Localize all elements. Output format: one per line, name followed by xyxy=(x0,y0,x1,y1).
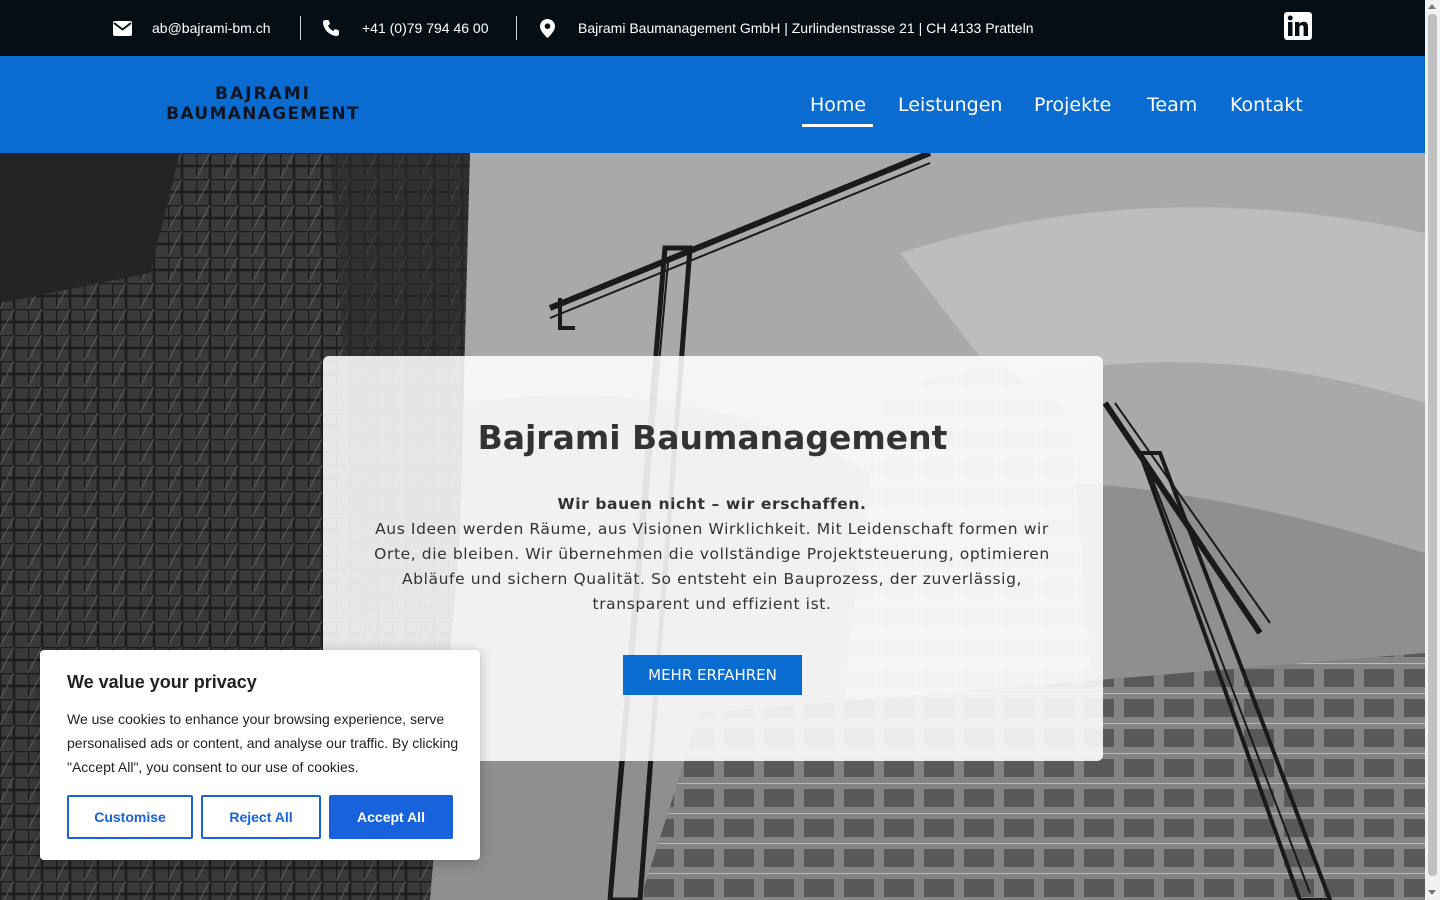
phone-contact[interactable]: +41 (0)79 794 46 00 xyxy=(321,0,489,56)
email-link[interactable]: ab@bajrami-bm.ch xyxy=(152,20,270,36)
divider xyxy=(300,16,301,40)
hero-tagline: Wir bauen nicht – wir erschaffen. xyxy=(557,495,867,513)
nav-home[interactable]: Home xyxy=(810,56,866,153)
scroll-down-arrow-icon[interactable] xyxy=(1428,890,1436,895)
hero-body: Aus Ideen werden Räume, aus Visionen Wir… xyxy=(374,520,1050,613)
customise-button[interactable]: Customise xyxy=(67,795,193,839)
accept-all-button[interactable]: Accept All xyxy=(329,795,453,839)
scroll-thumb[interactable] xyxy=(1428,14,1437,876)
envelope-icon xyxy=(112,18,132,38)
site-logo[interactable]: BAJRAMI BAUMANAGEMENT xyxy=(122,85,404,125)
main-navbar: BAJRAMI BAUMANAGEMENT Home Leistungen Pr… xyxy=(0,56,1425,153)
linkedin-icon[interactable] xyxy=(1284,12,1312,40)
address-contact[interactable]: Bajrami Baumanagement GmbH | Zurlindenst… xyxy=(537,0,1034,56)
address-text[interactable]: Bajrami Baumanagement GmbH | Zurlindenst… xyxy=(578,20,1034,36)
phone-icon xyxy=(321,18,341,38)
page-scrollbar[interactable] xyxy=(1425,0,1440,900)
logo-line-1: BAJRAMI xyxy=(215,84,311,104)
nav-leistungen[interactable]: Leistungen xyxy=(898,56,1002,153)
map-pin-icon xyxy=(537,18,557,38)
top-info-bar: ab@bajrami-bm.ch +41 (0)79 794 46 00 Baj… xyxy=(0,0,1425,56)
nav-projekte[interactable]: Projekte xyxy=(1034,56,1111,153)
active-nav-indicator xyxy=(802,124,873,127)
cookie-title: We value your privacy xyxy=(67,672,257,692)
logo-line-2: BAUMANAGEMENT xyxy=(166,104,360,124)
mehr-erfahren-button[interactable]: MEHR ERFAHREN xyxy=(623,655,802,695)
cookie-text: We use cookies to enhance your browsing … xyxy=(67,711,459,775)
phone-link[interactable]: +41 (0)79 794 46 00 xyxy=(362,20,489,36)
nav-kontakt[interactable]: Kontakt xyxy=(1230,56,1303,153)
cookie-consent-banner: We value your privacy We use cookies to … xyxy=(40,650,480,860)
nav-team[interactable]: Team xyxy=(1147,56,1197,153)
hero-title: Bajrami Baumanagement xyxy=(477,418,948,457)
hero-text: Wir bauen nicht – wir erschaffen. Aus Id… xyxy=(362,492,1062,617)
scroll-up-arrow-icon[interactable] xyxy=(1428,4,1436,9)
divider xyxy=(516,16,517,40)
reject-all-button[interactable]: Reject All xyxy=(201,795,321,839)
email-contact[interactable]: ab@bajrami-bm.ch xyxy=(112,0,270,56)
